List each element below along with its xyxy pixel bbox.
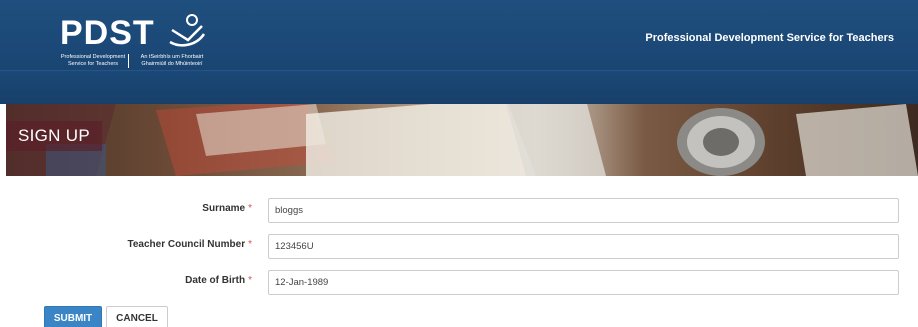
- signup-banner: SIGN UP: [6, 104, 918, 176]
- pdst-logo[interactable]: PDST Professional Development Service fo…: [58, 12, 218, 70]
- form-row-date-of-birth: Date of Birth * 12-Jan-1989: [0, 270, 918, 295]
- logo-subtitle-english: Professional Development Service for Tea…: [60, 54, 126, 67]
- date-of-birth-label: Date of Birth *: [185, 275, 252, 286]
- form-row-teacher-council-number: Teacher Council Number * 123456U: [0, 234, 918, 259]
- cancel-button[interactable]: CANCEL: [106, 306, 168, 327]
- header-nav-bar: [0, 70, 918, 104]
- date-of-birth-input[interactable]: 12-Jan-1989: [268, 270, 899, 295]
- required-marker: *: [248, 275, 252, 286]
- logo-wordmark: PDST: [60, 14, 155, 52]
- surname-input[interactable]: bloggs: [268, 198, 899, 223]
- banner-desk-image: [6, 104, 918, 176]
- required-marker: *: [248, 239, 252, 250]
- surname-label: Surname *: [202, 203, 252, 214]
- site-header: PDST Professional Development Service fo…: [0, 0, 918, 104]
- header-tagline: Professional Development Service for Tea…: [645, 32, 894, 44]
- teacher-council-number-input[interactable]: 123456U: [268, 234, 899, 259]
- logo-swoosh-icon: [169, 14, 206, 47]
- teacher-council-number-label: Teacher Council Number *: [127, 239, 252, 250]
- required-marker: *: [248, 203, 252, 214]
- form-row-surname: Surname * bloggs: [0, 198, 918, 223]
- page-title: SIGN UP: [6, 121, 103, 151]
- logo-subtitle-divider: [128, 54, 132, 68]
- logo-subtitle-irish: An tSeirbhís um Fhorbairt Ghairmiúil do …: [140, 54, 204, 67]
- submit-button[interactable]: SUBMIT: [44, 306, 102, 327]
